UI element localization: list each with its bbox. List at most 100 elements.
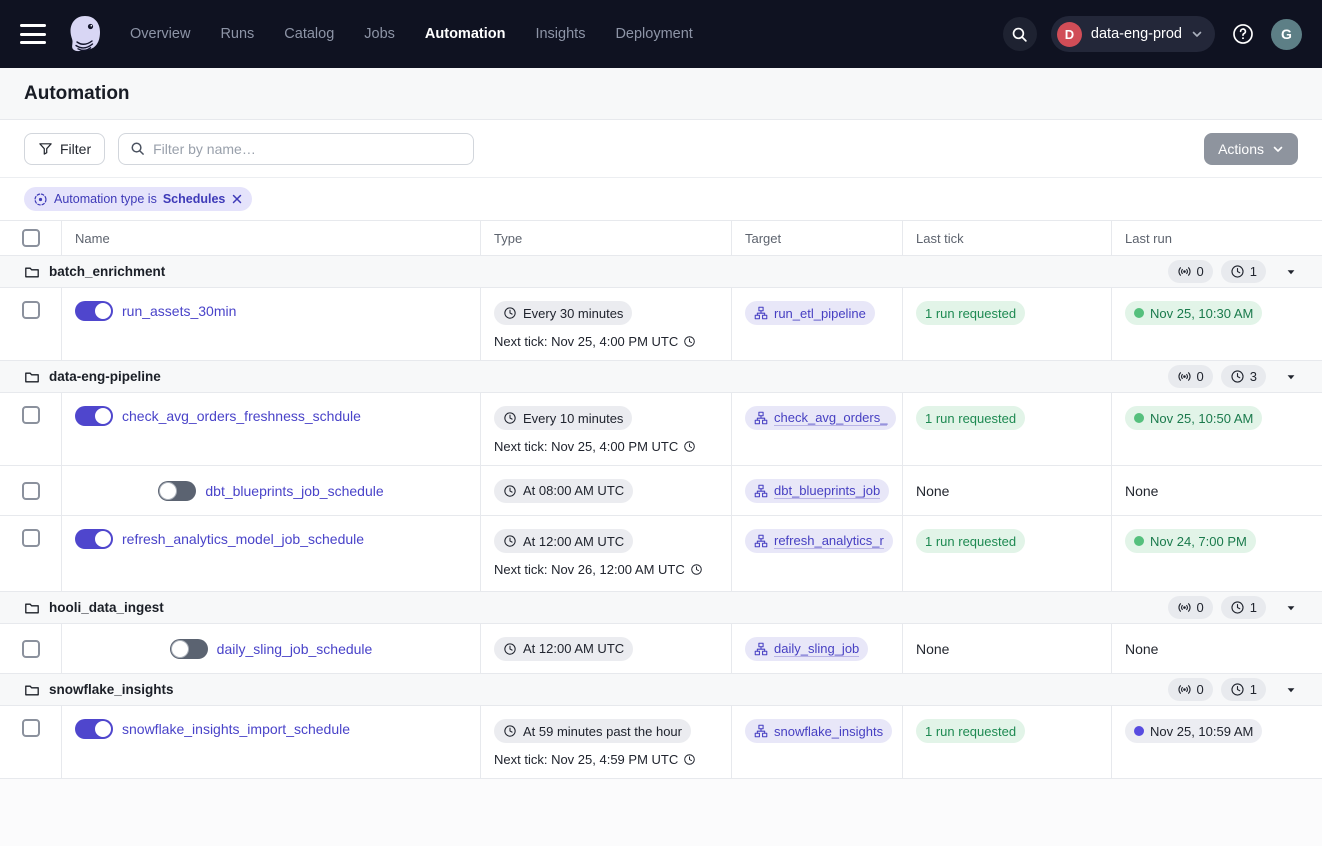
schedule-name-link[interactable]: daily_sling_job_schedule [217, 639, 373, 659]
clock-icon [683, 335, 696, 348]
toolbar: Filter Actions [0, 120, 1322, 178]
group-row-hooli-data-ingest[interactable]: hooli_data_ingest 0 1 [0, 592, 1322, 624]
nav-item-overview[interactable]: Overview [130, 26, 190, 42]
collapse-group-icon[interactable] [1286, 372, 1296, 382]
table-row: run_assets_30min Every 30 minutes Next t… [0, 288, 1322, 361]
schedule-name-link[interactable]: check_avg_orders_freshness_schdule [122, 406, 361, 426]
funnel-icon [38, 141, 53, 156]
search-icon [130, 141, 145, 156]
clock-icon [683, 753, 696, 766]
sensor-count-badge[interactable]: 0 [1168, 596, 1213, 619]
last-run-pill[interactable]: Nov 25, 10:59 AM [1125, 719, 1262, 743]
column-header-last-run: Last run [1112, 221, 1322, 255]
collapse-group-icon[interactable] [1286, 603, 1296, 613]
schedule-count-badge[interactable]: 1 [1221, 260, 1266, 283]
schedule-name-link[interactable]: refresh_analytics_model_job_schedule [122, 529, 364, 549]
row-checkbox[interactable] [22, 301, 40, 319]
table-row: daily_sling_job_schedule At 12:00 AM UTC… [0, 624, 1322, 674]
target-job-pill[interactable]: check_avg_orders_ [745, 406, 896, 430]
page-title-bar: Automation [0, 68, 1322, 120]
target-job-pill[interactable]: refresh_analytics_r [745, 529, 893, 553]
hamburger-menu-icon[interactable] [20, 24, 46, 44]
group-name: batch_enrichment [49, 264, 165, 279]
row-checkbox[interactable] [22, 719, 40, 737]
clock-icon [690, 563, 703, 576]
group-row-data-eng-pipeline[interactable]: data-eng-pipeline 0 3 [0, 361, 1322, 393]
schedule-toggle[interactable] [75, 719, 113, 739]
run-status-dot [1134, 726, 1144, 736]
schedule-count-badge[interactable]: 1 [1221, 678, 1266, 701]
last-run-pill[interactable]: Nov 25, 10:50 AM [1125, 406, 1262, 430]
run-status-dot [1134, 536, 1144, 546]
nav-item-jobs[interactable]: Jobs [364, 26, 395, 42]
schedule-type-pill: At 59 minutes past the hour [494, 719, 691, 743]
row-checkbox[interactable] [22, 406, 40, 424]
last-tick-pill[interactable]: 1 run requested [916, 301, 1025, 325]
table-row: check_avg_orders_freshness_schdule Every… [0, 393, 1322, 466]
folder-icon [24, 600, 40, 616]
last-run-pill[interactable]: Nov 25, 10:30 AM [1125, 301, 1262, 325]
last-tick-pill[interactable]: 1 run requested [916, 529, 1025, 553]
target-job-pill[interactable]: run_etl_pipeline [745, 301, 875, 325]
schedule-type-pill: Every 10 minutes [494, 406, 632, 430]
sensor-count-badge[interactable]: 0 [1168, 365, 1213, 388]
filter-tag-value: Schedules [163, 192, 226, 206]
sensor-count-badge[interactable]: 0 [1168, 678, 1213, 701]
last-run-pill[interactable]: Nov 24, 7:00 PM [1125, 529, 1256, 553]
select-all-checkbox[interactable] [22, 229, 40, 247]
schedule-toggle[interactable] [75, 301, 113, 321]
row-checkbox[interactable] [22, 529, 40, 547]
schedule-toggle[interactable] [158, 481, 196, 501]
schedule-toggle[interactable] [75, 529, 113, 549]
row-checkbox[interactable] [22, 640, 40, 658]
group-row-batch-enrichment[interactable]: batch_enrichment 0 1 [0, 256, 1322, 288]
schedule-toggle[interactable] [75, 406, 113, 426]
nav-item-catalog[interactable]: Catalog [284, 26, 334, 42]
schedule-name-link[interactable]: snowflake_insights_import_schedule [122, 719, 350, 739]
filter-tag-prefix: Automation type is [54, 192, 157, 206]
deployment-switcher[interactable]: D data-eng-prod [1051, 16, 1215, 52]
sensor-count-badge[interactable]: 0 [1168, 260, 1213, 283]
schedule-name-link[interactable]: dbt_blueprints_job_schedule [205, 481, 383, 501]
active-filters-row: Automation type is Schedules [0, 178, 1322, 221]
group-row-snowflake-insights[interactable]: snowflake_insights 0 1 [0, 674, 1322, 706]
target-job-pill[interactable]: snowflake_insights [745, 719, 892, 743]
dagster-logo-icon[interactable] [64, 13, 106, 55]
name-filter-input[interactable] [153, 141, 462, 157]
job-icon [754, 306, 768, 320]
target-job-pill[interactable]: daily_sling_job [745, 637, 868, 661]
job-icon [754, 724, 768, 738]
user-avatar[interactable]: G [1271, 19, 1302, 50]
global-search-button[interactable] [1003, 17, 1037, 51]
nav-item-insights[interactable]: Insights [535, 26, 585, 42]
page-background [0, 779, 1322, 846]
filter-tag-automation-type[interactable]: Automation type is Schedules [24, 187, 252, 211]
last-tick-pill[interactable]: 1 run requested [916, 719, 1025, 743]
filter-button[interactable]: Filter [24, 133, 105, 165]
schedule-name-link[interactable]: run_assets_30min [122, 301, 236, 321]
job-icon [754, 534, 768, 548]
collapse-group-icon[interactable] [1286, 267, 1296, 277]
automation-page: Overview Runs Catalog Jobs Automation In… [0, 0, 1322, 846]
actions-button[interactable]: Actions [1204, 133, 1298, 165]
last-tick-none: None [916, 483, 1098, 499]
target-job-pill[interactable]: dbt_blueprints_job [745, 479, 889, 503]
schedule-type-pill: At 12:00 AM UTC [494, 529, 633, 553]
schedule-count-badge[interactable]: 1 [1221, 596, 1266, 619]
help-button[interactable] [1229, 20, 1257, 48]
remove-filter-icon[interactable] [231, 193, 243, 205]
collapse-group-icon[interactable] [1286, 685, 1296, 695]
deployment-badge: D [1057, 22, 1082, 47]
last-tick-pill[interactable]: 1 run requested [916, 406, 1025, 430]
table-header: Name Type Target Last tick Last run [0, 221, 1322, 256]
schedule-count-badge[interactable]: 3 [1221, 365, 1266, 388]
nav-item-deployment[interactable]: Deployment [615, 26, 692, 42]
nav-item-automation[interactable]: Automation [425, 26, 506, 42]
schedule-toggle[interactable] [170, 639, 208, 659]
folder-icon [24, 264, 40, 280]
next-tick-text: Next tick: Nov 25, 4:00 PM UTC [494, 334, 718, 349]
deployment-name: data-eng-prod [1091, 26, 1182, 42]
nav-item-runs[interactable]: Runs [220, 26, 254, 42]
row-checkbox[interactable] [22, 482, 40, 500]
column-header-target: Target [732, 221, 903, 255]
